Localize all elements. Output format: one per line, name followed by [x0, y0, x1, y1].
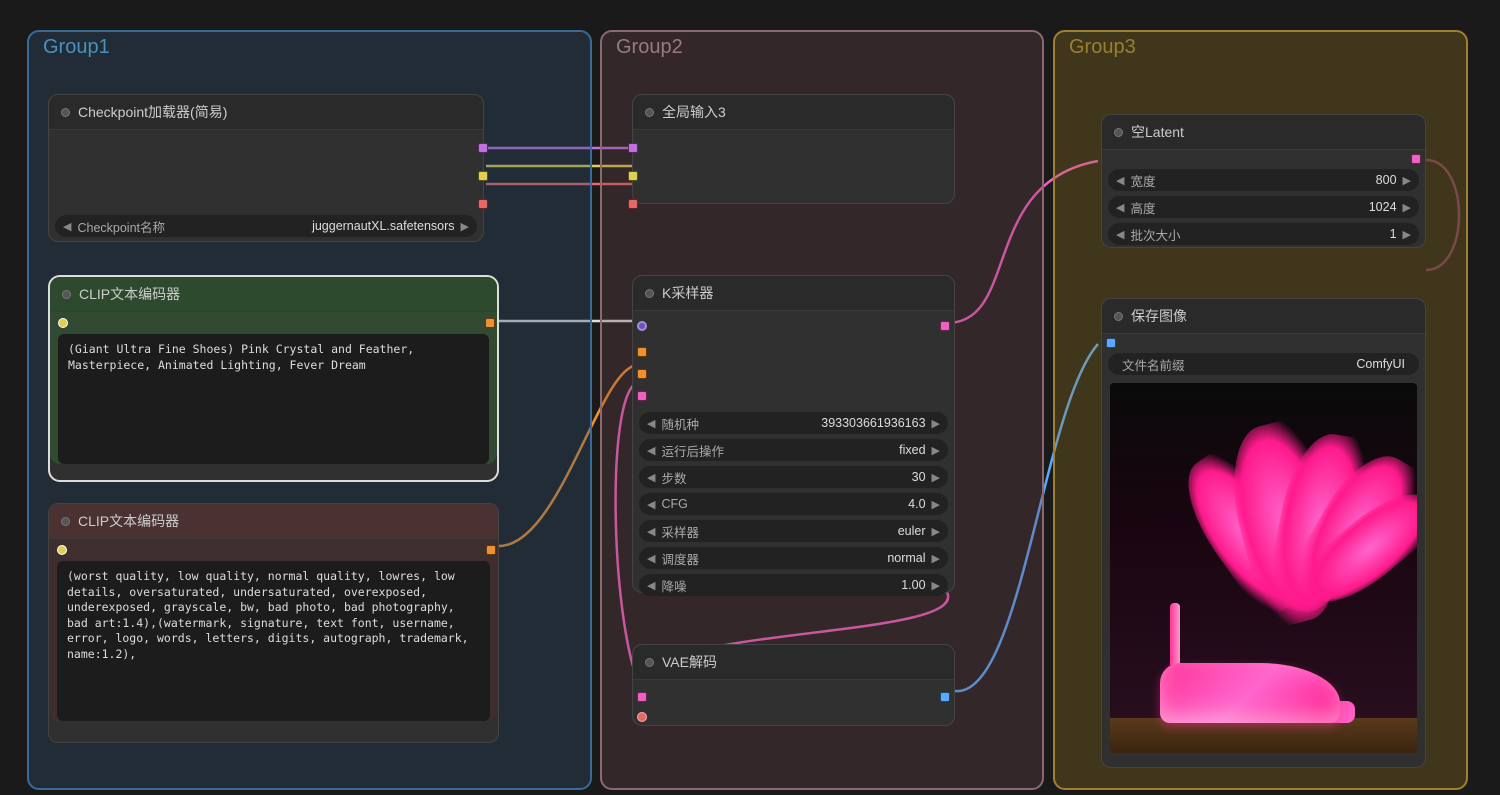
widget-label: Checkpoint名称: [77, 217, 165, 236]
input-port-model[interactable]: [628, 143, 638, 153]
arrow-left-icon[interactable]: ◀: [647, 579, 655, 592]
arrow-right-icon[interactable]: ▶: [1403, 174, 1411, 187]
output-port-vae[interactable]: [478, 199, 488, 209]
node-title: CLIP文本编码器: [78, 511, 179, 531]
input-port-images[interactable]: [1106, 338, 1116, 348]
arrow-left-icon[interactable]: ◀: [647, 525, 655, 538]
collapse-dot-icon[interactable]: [645, 108, 654, 117]
node-save-image[interactable]: 保存图像 文件名前缀 ComfyUI: [1101, 298, 1426, 768]
node-checkpoint-loader[interactable]: Checkpoint加载器(简易) ◀ Checkpoint名称 juggern…: [48, 94, 484, 242]
collapse-dot-icon[interactable]: [645, 289, 654, 298]
denoise-widget[interactable]: ◀降噪1.00▶: [639, 574, 948, 596]
node-header[interactable]: 全局输入3: [633, 95, 954, 130]
node-header[interactable]: 空Latent: [1102, 115, 1425, 150]
height-widget[interactable]: ◀高度1024▶: [1108, 196, 1419, 218]
checkpoint-name-widget[interactable]: ◀ Checkpoint名称 juggernautXL.safetensors …: [55, 215, 477, 237]
arrow-left-icon[interactable]: ◀: [63, 220, 71, 233]
node-header[interactable]: Checkpoint加载器(简易): [49, 95, 483, 130]
filename-prefix-widget[interactable]: 文件名前缀 ComfyUI: [1108, 353, 1419, 375]
group-title: Group1: [29, 32, 590, 63]
node-clip-text-encode-negative[interactable]: CLIP文本编码器 (worst quality, low quality, n…: [48, 503, 499, 743]
arrow-right-icon[interactable]: ▶: [932, 444, 940, 457]
node-vae-decode[interactable]: VAE解码: [632, 644, 955, 726]
collapse-dot-icon[interactable]: [61, 108, 70, 117]
arrow-right-icon[interactable]: ▶: [932, 498, 940, 511]
arrow-right-icon[interactable]: ▶: [932, 552, 940, 565]
arrow-left-icon[interactable]: ◀: [647, 471, 655, 484]
input-port-samples[interactable]: [637, 692, 647, 702]
input-port-clip[interactable]: [628, 171, 638, 181]
node-title: 保存图像: [1131, 306, 1187, 326]
arrow-right-icon[interactable]: ▶: [932, 471, 940, 484]
node-title: K采样器: [662, 283, 713, 303]
group-title: Group3: [1055, 32, 1466, 63]
arrow-right-icon[interactable]: ▶: [1403, 201, 1411, 214]
arrow-right-icon[interactable]: ▶: [932, 579, 940, 592]
input-port-model[interactable]: [637, 321, 647, 331]
sampler-widget[interactable]: ◀采样器euler▶: [639, 520, 948, 542]
output-port-conditioning[interactable]: [486, 545, 496, 555]
arrow-left-icon[interactable]: ◀: [647, 552, 655, 565]
input-port-clip[interactable]: [58, 318, 68, 328]
collapse-dot-icon[interactable]: [61, 517, 70, 526]
output-port-model[interactable]: [478, 143, 488, 153]
arrow-right-icon[interactable]: ▶: [461, 220, 469, 233]
input-port-vae[interactable]: [637, 712, 647, 722]
arrow-left-icon[interactable]: ◀: [647, 444, 655, 457]
node-header[interactable]: CLIP文本编码器: [50, 277, 497, 312]
input-port-negative[interactable]: [637, 369, 647, 379]
steps-widget[interactable]: ◀步数30▶: [639, 466, 948, 488]
node-title: CLIP文本编码器: [79, 284, 180, 304]
node-title: 全局输入3: [662, 102, 726, 122]
arrow-left-icon[interactable]: ◀: [647, 417, 655, 430]
control-after-widget[interactable]: ◀运行后操作fixed▶: [639, 439, 948, 461]
cfg-widget[interactable]: ◀CFG4.0▶: [639, 493, 948, 515]
node-header[interactable]: K采样器: [633, 276, 954, 311]
collapse-dot-icon[interactable]: [62, 290, 71, 299]
node-header[interactable]: 保存图像: [1102, 299, 1425, 334]
prompt-textarea[interactable]: (Giant Ultra Fine Shoes) Pink Crystal an…: [58, 334, 489, 464]
input-port-vae[interactable]: [628, 199, 638, 209]
node-clip-text-encode-positive[interactable]: CLIP文本编码器 (Giant Ultra Fine Shoes) Pink …: [48, 275, 499, 482]
input-port-latent[interactable]: [637, 391, 647, 401]
node-global-input[interactable]: 全局输入3: [632, 94, 955, 204]
output-port-latent[interactable]: [1411, 154, 1421, 164]
arrow-right-icon[interactable]: ▶: [1403, 228, 1411, 241]
group-title: Group2: [602, 32, 1042, 63]
collapse-dot-icon[interactable]: [1114, 312, 1123, 321]
node-title: 空Latent: [1131, 122, 1184, 142]
node-header[interactable]: VAE解码: [633, 645, 954, 680]
arrow-right-icon[interactable]: ▶: [932, 525, 940, 538]
seed-widget[interactable]: ◀随机种393303661936163▶: [639, 412, 948, 434]
node-ksampler[interactable]: K采样器 ◀随机种393303661936163▶ ◀运行后操作fixed▶ ◀…: [632, 275, 955, 593]
arrow-left-icon[interactable]: ◀: [647, 498, 655, 511]
arrow-left-icon[interactable]: ◀: [1116, 174, 1124, 187]
output-port-clip[interactable]: [478, 171, 488, 181]
input-port-positive[interactable]: [637, 347, 647, 357]
node-header[interactable]: CLIP文本编码器: [49, 504, 498, 539]
arrow-left-icon[interactable]: ◀: [1116, 228, 1124, 241]
output-image-preview[interactable]: [1110, 383, 1417, 753]
output-port-latent[interactable]: [940, 321, 950, 331]
prompt-textarea[interactable]: (worst quality, low quality, normal qual…: [57, 561, 490, 721]
node-title: VAE解码: [662, 652, 717, 672]
collapse-dot-icon[interactable]: [1114, 128, 1123, 137]
collapse-dot-icon[interactable]: [645, 658, 654, 667]
output-port-conditioning[interactable]: [485, 318, 495, 328]
scheduler-widget[interactable]: ◀调度器normal▶: [639, 547, 948, 569]
arrow-left-icon[interactable]: ◀: [1116, 201, 1124, 214]
output-port-image[interactable]: [940, 692, 950, 702]
node-title: Checkpoint加载器(简易): [78, 102, 227, 122]
input-port-clip[interactable]: [57, 545, 67, 555]
node-empty-latent[interactable]: 空Latent ◀宽度800▶ ◀高度1024▶ ◀批次大小1▶: [1101, 114, 1426, 248]
width-widget[interactable]: ◀宽度800▶: [1108, 169, 1419, 191]
widget-value: juggernautXL.safetensors: [171, 219, 455, 233]
arrow-right-icon[interactable]: ▶: [932, 417, 940, 430]
batch-widget[interactable]: ◀批次大小1▶: [1108, 223, 1419, 245]
